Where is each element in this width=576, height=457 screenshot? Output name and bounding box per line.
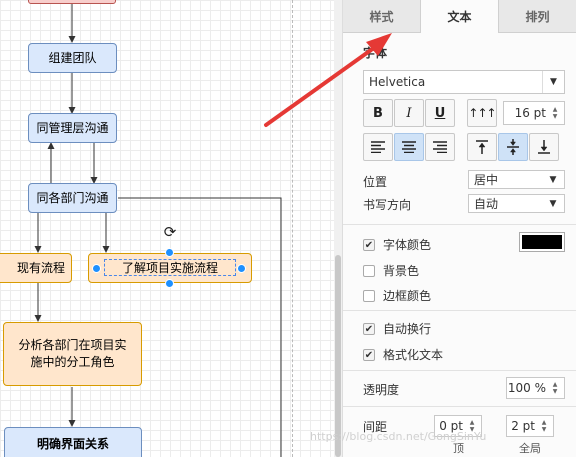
diagram-canvas[interactable]: 组建团队 同管理层沟通 同各部门沟通 现有流程 了解项目实施流程 ⟳ 分析各部门… bbox=[0, 0, 334, 457]
spacing-global-value: 2 pt bbox=[511, 419, 535, 433]
font-color-swatch[interactable] bbox=[519, 232, 565, 252]
writing-direction-select[interactable]: 自动 ▼ bbox=[468, 194, 565, 213]
valign-bottom-button[interactable] bbox=[529, 133, 559, 161]
font-color-toggle[interactable]: ✔ 字体颜色 bbox=[363, 236, 431, 253]
resize-handle-right[interactable] bbox=[237, 264, 246, 273]
background-color-label: 背景色 bbox=[383, 264, 420, 278]
node-analyze-roles[interactable]: 分析各部门在项目实施中的分工角色 bbox=[3, 322, 142, 386]
node-label: 分析各部门在项目实施中的分工角色 bbox=[18, 338, 127, 369]
chevron-down-icon: ▼ bbox=[542, 71, 564, 93]
divider bbox=[343, 310, 576, 311]
format-panel: 样式 文本 排列 字体 Helvetica ▼ B I U ↑↑↑ 16 pt … bbox=[342, 0, 576, 457]
node-label: 现有流程 bbox=[16, 260, 65, 275]
chevron-down-icon: ▼ bbox=[549, 198, 557, 209]
node-label: 了解项目实施流程 bbox=[121, 261, 218, 275]
italic-button[interactable]: I bbox=[394, 99, 424, 127]
writing-direction-label: 书写方向 bbox=[363, 198, 412, 212]
align-center-icon bbox=[402, 141, 416, 153]
valign-middle-button[interactable] bbox=[498, 133, 528, 161]
resize-handle-left[interactable] bbox=[92, 264, 101, 273]
opacity-stepper[interactable]: 100 % ▲ ▼ bbox=[506, 377, 565, 399]
stepper-arrows-icon[interactable]: ▲ ▼ bbox=[549, 102, 561, 124]
check-icon[interactable]: ✔ bbox=[363, 238, 375, 251]
font-family-value: Helvetica bbox=[369, 75, 426, 89]
formatted-text-label: 格式化文本 bbox=[383, 348, 444, 362]
color-fill bbox=[522, 235, 562, 249]
opacity-value: 100 % bbox=[507, 381, 546, 395]
scroll-thumb[interactable] bbox=[335, 255, 341, 457]
divider bbox=[343, 406, 576, 407]
node-label: 组建团队 bbox=[48, 50, 97, 65]
writing-direction-value: 自动 bbox=[474, 197, 499, 211]
node-build-team[interactable]: 组建团队 bbox=[28, 43, 117, 73]
edge-dept-long-right bbox=[118, 197, 282, 457]
checkbox-icon[interactable] bbox=[363, 264, 375, 277]
node-dept-comm[interactable]: 同各部门沟通 bbox=[28, 183, 117, 213]
border-color-toggle[interactable]: 边框颜色 bbox=[363, 287, 431, 304]
vertical-text-icon: ↑↑↑ bbox=[468, 106, 496, 120]
font-size-stepper[interactable]: 16 pt ▲ ▼ bbox=[503, 101, 565, 125]
position-select[interactable]: 居中 ▼ bbox=[468, 170, 565, 189]
italic-glyph: I bbox=[406, 105, 412, 121]
panel-tabs: 样式 文本 排列 bbox=[343, 0, 576, 33]
resize-handle-bottom[interactable] bbox=[165, 279, 174, 288]
check-icon[interactable]: ✔ bbox=[363, 348, 375, 361]
node-label: 同管理层沟通 bbox=[36, 120, 109, 135]
node-existing-process[interactable]: 现有流程 bbox=[0, 253, 72, 283]
node-mgmt-comm[interactable]: 同管理层沟通 bbox=[28, 113, 117, 143]
canvas-scrollbar[interactable] bbox=[334, 0, 342, 457]
check-icon[interactable]: ✔ bbox=[363, 322, 375, 335]
align-bottom-icon bbox=[538, 140, 550, 154]
align-top-icon bbox=[476, 140, 488, 154]
background-color-toggle[interactable]: 背景色 bbox=[363, 262, 419, 279]
divider bbox=[343, 370, 576, 371]
underline-button[interactable]: U bbox=[425, 99, 455, 127]
node-define-ui[interactable]: 明确界面关系 bbox=[4, 427, 142, 457]
rotate-icon[interactable]: ⟳ bbox=[162, 224, 178, 240]
tab-arrange[interactable]: 排列 bbox=[499, 0, 576, 33]
border-color-label: 边框颜色 bbox=[383, 289, 432, 303]
align-center-button[interactable] bbox=[394, 133, 424, 161]
font-color-label: 字体颜色 bbox=[383, 238, 432, 252]
font-section-title: 字体 bbox=[363, 46, 388, 60]
word-wrap-label: 自动换行 bbox=[383, 322, 432, 336]
stepper-arrows-icon[interactable]: ▲ ▼ bbox=[549, 378, 561, 398]
underline-glyph: U bbox=[434, 105, 446, 121]
word-wrap-toggle[interactable]: ✔ 自动换行 bbox=[363, 320, 431, 337]
chevron-down-icon: ▼ bbox=[549, 174, 557, 185]
align-right-icon bbox=[433, 141, 447, 153]
tab-text[interactable]: 文本 bbox=[421, 0, 499, 33]
align-left-button[interactable] bbox=[363, 133, 393, 161]
spacing-global-stepper[interactable]: 2 pt ▲ ▼ bbox=[506, 415, 554, 437]
label-edit-box[interactable]: 了解项目实施流程 bbox=[104, 259, 236, 276]
bold-button[interactable]: B bbox=[363, 99, 393, 127]
resize-handle-top[interactable] bbox=[165, 248, 174, 257]
position-label: 位置 bbox=[363, 175, 388, 189]
valign-top-button[interactable] bbox=[467, 133, 497, 161]
node-top-partial[interactable] bbox=[28, 0, 116, 4]
tab-style[interactable]: 样式 bbox=[343, 0, 421, 33]
watermark: https://blog.csdn.net/GongSinYu bbox=[310, 430, 487, 443]
align-middle-icon bbox=[507, 139, 519, 155]
node-label: 明确界面关系 bbox=[36, 436, 109, 451]
font-family-select[interactable]: Helvetica ▼ bbox=[363, 70, 565, 94]
checkbox-icon[interactable] bbox=[363, 289, 375, 302]
font-size-value: 16 pt bbox=[514, 106, 546, 120]
opacity-label: 透明度 bbox=[363, 383, 400, 397]
stepper-arrows-icon[interactable]: ▲ ▼ bbox=[538, 416, 550, 436]
position-value: 居中 bbox=[474, 173, 499, 187]
bold-glyph: B bbox=[373, 105, 383, 121]
align-right-button[interactable] bbox=[425, 133, 455, 161]
spacing-global-caption: 全局 bbox=[519, 442, 541, 455]
divider bbox=[343, 224, 576, 225]
align-left-icon bbox=[371, 141, 385, 153]
node-label: 同各部门沟通 bbox=[36, 190, 109, 205]
vertical-text-button[interactable]: ↑↑↑ bbox=[467, 99, 497, 127]
formatted-text-toggle[interactable]: ✔ 格式化文本 bbox=[363, 346, 443, 363]
